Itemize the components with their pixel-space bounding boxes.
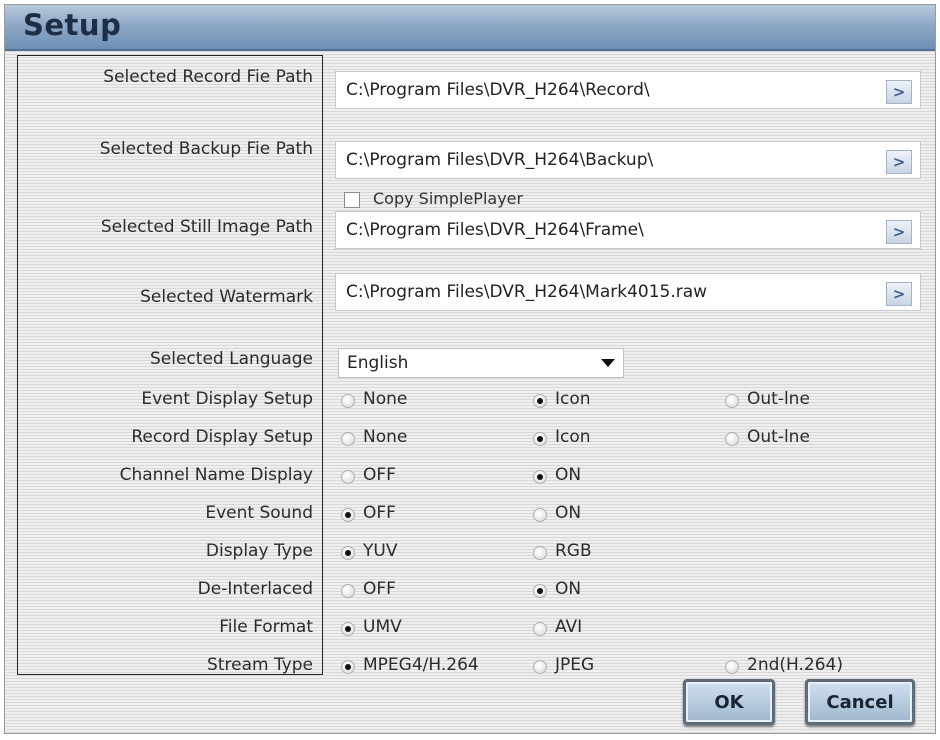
copy-simpleplayer-label: Copy SimplePlayer	[373, 189, 524, 208]
radio-option-label: Out-lne	[747, 427, 810, 447]
radio-option-label: 2nd(H.264)	[747, 655, 843, 675]
radio-option-label: OFF	[363, 503, 396, 523]
radio-option[interactable]	[341, 660, 355, 674]
watermark-path-value: C:\Program Files\DVR_H264\Mark4015.raw	[346, 282, 708, 302]
radio-option-label: Out-lne	[747, 389, 810, 409]
radio-option[interactable]	[533, 546, 547, 560]
watermark-path-field[interactable]: C:\Program Files\DVR_H264\Mark4015.raw >	[335, 273, 921, 311]
radio-option-label: None	[363, 427, 408, 447]
radio-option[interactable]	[533, 394, 547, 408]
option-label: Event Display Setup	[141, 389, 313, 409]
radio-option-label: AVI	[555, 617, 583, 637]
radio-option-label: Icon	[555, 389, 591, 409]
radio-option[interactable]	[533, 622, 547, 636]
radio-option-label: ON	[555, 465, 582, 485]
radio-option[interactable]	[341, 470, 355, 484]
radio-option-label: None	[363, 389, 408, 409]
radio-option-label: OFF	[363, 579, 396, 599]
option-label: File Format	[219, 617, 313, 637]
still-image-path-value: C:\Program Files\DVR_H264\Frame\	[346, 220, 644, 240]
language-value: English	[347, 353, 409, 373]
backup-path-label: Selected Backup Fie Path	[99, 139, 313, 159]
language-select[interactable]: English	[338, 348, 624, 378]
copy-simpleplayer-checkbox[interactable]	[344, 192, 360, 208]
radio-option[interactable]	[341, 584, 355, 598]
radio-option[interactable]	[533, 660, 547, 674]
radio-option[interactable]	[341, 508, 355, 522]
option-label: Display Type	[205, 541, 313, 561]
language-label: Selected Language	[150, 349, 313, 369]
still-image-path-field[interactable]: C:\Program Files\DVR_H264\Frame\ >	[335, 211, 921, 249]
backup-path-field[interactable]: C:\Program Files\DVR_H264\Backup\ >	[335, 141, 921, 179]
window-title: Setup	[23, 8, 122, 42]
option-label: De-Interlaced	[197, 579, 313, 599]
radio-option[interactable]	[341, 432, 355, 446]
ok-button[interactable]: OK	[683, 679, 775, 725]
radio-option-label: RGB	[555, 541, 592, 561]
setup-dialog: Setup Selected Record Fie Path Selected …	[4, 4, 936, 734]
option-label: Record Display Setup	[131, 427, 313, 447]
radio-option-label: ON	[555, 503, 582, 523]
still-image-path-browse-icon[interactable]: >	[886, 220, 912, 244]
radio-option-label: YUV	[363, 541, 398, 561]
title-bar[interactable]: Setup	[5, 5, 935, 51]
option-label: Event Sound	[205, 503, 313, 523]
radio-option-label: ON	[555, 579, 582, 599]
record-path-browse-icon[interactable]: >	[886, 80, 912, 104]
radio-option[interactable]	[341, 394, 355, 408]
cancel-button[interactable]: Cancel	[805, 679, 915, 725]
record-path-field[interactable]: C:\Program Files\DVR_H264\Record\ >	[335, 71, 921, 109]
radio-option-label: Icon	[555, 427, 591, 447]
radio-option-label: MPEG4/H.264	[363, 655, 479, 675]
watermark-label: Selected Watermark	[140, 287, 313, 307]
backup-path-browse-icon[interactable]: >	[886, 150, 912, 174]
radio-option[interactable]	[533, 508, 547, 522]
watermark-browse-icon[interactable]: >	[886, 282, 912, 306]
option-label: Stream Type	[207, 655, 313, 675]
record-path-label: Selected Record Fie Path	[103, 67, 313, 87]
record-path-value: C:\Program Files\DVR_H264\Record\	[346, 80, 650, 100]
radio-option-label: OFF	[363, 465, 396, 485]
radio-option[interactable]	[341, 622, 355, 636]
still-image-path-label: Selected Still Image Path	[100, 217, 313, 237]
radio-option-label: UMV	[363, 617, 402, 637]
chevron-down-icon[interactable]	[601, 359, 615, 367]
radio-option[interactable]	[725, 432, 739, 446]
radio-option[interactable]	[533, 584, 547, 598]
radio-option[interactable]	[725, 660, 739, 674]
radio-option-label: JPEG	[555, 655, 595, 675]
backup-path-value: C:\Program Files\DVR_H264\Backup\	[346, 150, 654, 170]
radio-option[interactable]	[725, 394, 739, 408]
radio-option[interactable]	[533, 470, 547, 484]
radio-option[interactable]	[341, 546, 355, 560]
option-label: Channel Name Display	[119, 465, 313, 485]
radio-option[interactable]	[533, 432, 547, 446]
